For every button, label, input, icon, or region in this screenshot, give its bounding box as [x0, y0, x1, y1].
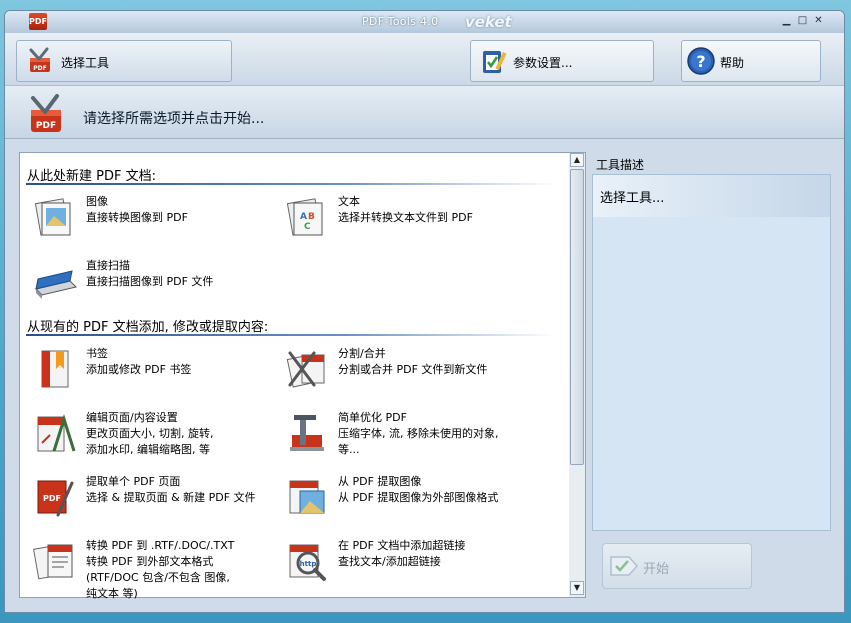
svg-text:C: C [304, 222, 311, 232]
extract-page-icon: PDF [37, 480, 74, 517]
start-label: 开始 [643, 562, 670, 577]
svg-text:B: B [308, 212, 315, 222]
section-divider [26, 334, 556, 336]
item-title: 简单优化 PDF [338, 411, 407, 424]
item-title: 文本 [338, 195, 360, 208]
close-icon[interactable]: ✕ [811, 15, 826, 28]
item-description: 转换 PDF 到外部文本格式 (RTF/DOC 包含/不包含 图像, 纯文本 等… [86, 554, 230, 602]
help-label: 帮助 [720, 56, 745, 70]
description-label: 工具描述 [596, 158, 645, 172]
item-description: 从 PDF 提取图像为外部图像格式 [338, 490, 498, 506]
main-window: PDF PDF-Tools 4.0 veket ▁ □ ✕ PDF 选择工具 参… [4, 10, 845, 613]
svg-text:?: ? [696, 52, 705, 71]
toolbox-icon: PDF [29, 47, 50, 72]
item-desc-line: 选择 & 提取页面 & 新建 PDF 文件 [86, 491, 256, 504]
scanner-icon [35, 270, 77, 299]
item-title: 转换 PDF 到 .RTF/.DOC/.TXT [86, 539, 235, 552]
svg-text:http: http [300, 560, 317, 568]
item-description: 添加或修改 PDF 书签 [86, 362, 191, 378]
select-tool-button[interactable]: PDF 选择工具 [16, 40, 232, 82]
item-desc-line: 等... [338, 443, 360, 456]
item-title: 从 PDF 提取图像 [338, 475, 422, 488]
pdf-app-icon: PDF [29, 13, 47, 30]
item-desc-line: 添加或修改 PDF 书签 [86, 363, 192, 376]
scroll-down-icon[interactable]: ▼ [570, 581, 584, 595]
scroll-up-icon[interactable]: ▲ [570, 153, 584, 167]
section-title-existing: 从现有的 PDF 文档添加, 修改或提取内容: [27, 320, 269, 335]
minimize-icon[interactable]: ▁ [779, 15, 794, 28]
svg-text:PDF: PDF [36, 121, 56, 131]
item-desc-line: 添加水印, 编辑缩略图, 等 [86, 443, 210, 456]
item-description: 直接转换图像到 PDF [86, 210, 188, 226]
item-title: 编辑页面/内容设置 [86, 411, 178, 424]
scroll-thumb[interactable] [570, 169, 584, 465]
item-desc-line: 从 PDF 提取图像为外部图像格式 [338, 491, 499, 504]
start-button[interactable]: 开始 [602, 543, 752, 589]
window-title: PDF-Tools 4.0 [362, 15, 439, 28]
item-desc-line: 直接转换图像到 PDF [86, 211, 188, 224]
item-title: 直接扫描 [86, 259, 130, 272]
item-description: 选择并转换文本文件到 PDF [338, 210, 473, 226]
item-title: 分割/合并 [338, 347, 386, 360]
description-panel: 选择工具... [592, 174, 831, 531]
toolbox-icon: PDF [31, 94, 61, 132]
item-description: 直接扫描图像到 PDF 文件 [86, 274, 213, 290]
description-header: 选择工具... [593, 175, 830, 217]
item-desc-line: 分割或合并 PDF 文件到新文件 [338, 363, 488, 376]
svg-text:A: A [300, 212, 307, 222]
item-desc-line: 选择并转换文本文件到 PDF [338, 211, 473, 224]
section-divider [26, 183, 556, 185]
header-band: PDF 请选择所需选项并点击开始... [5, 85, 844, 139]
item-description: 更改页面大小, 切割, 旋转, 添加水印, 编辑缩略图, 等 [86, 426, 213, 458]
optimize-clamp-icon [290, 415, 324, 451]
description-text: 选择工具... [600, 191, 665, 206]
item-desc-line: 纯文本 等) [86, 587, 138, 600]
section-title-new: 从此处新建 PDF 文档: [27, 169, 156, 184]
title-bar[interactable]: PDF PDF-Tools 4.0 veket ▁ □ ✕ [5, 11, 844, 34]
svg-text:PDF: PDF [33, 65, 46, 72]
text-document-icon: A B C [286, 198, 323, 236]
settings-label: 参数设置... [513, 56, 573, 70]
split-merge-icon [286, 351, 325, 388]
help-button[interactable]: ? 帮助 [681, 40, 821, 82]
maximize-icon[interactable]: □ [795, 15, 810, 28]
item-title: 图像 [86, 195, 108, 208]
help-question-icon: ? [687, 47, 715, 75]
item-description: 压缩字体, 流, 移除未使用的对象, 等... [338, 426, 498, 458]
item-desc-line: 压缩字体, 流, 移除未使用的对象, [338, 427, 499, 440]
start-arrow-icon [610, 556, 639, 576]
item-description: 分割或合并 PDF 文件到新文件 [338, 362, 487, 378]
brand-label: veket [465, 13, 512, 31]
item-title: 在 PDF 文档中添加超链接 [338, 539, 466, 552]
settings-button[interactable]: 参数设置... [470, 40, 654, 82]
item-title: 提取单个 PDF 页面 [86, 475, 181, 488]
select-tool-label: 选择工具 [61, 56, 110, 70]
item-description: 选择 & 提取页面 & 新建 PDF 文件 [86, 490, 256, 506]
settings-clipboard-icon [483, 51, 507, 73]
hyperlink-icon: http [289, 544, 326, 581]
header-prompt: 请选择所需选项并点击开始... [83, 111, 265, 127]
extract-image-icon [289, 480, 325, 514]
item-title: 书签 [86, 347, 108, 360]
item-desc-line: 直接扫描图像到 PDF 文件 [86, 275, 214, 288]
item-desc-line: 转换 PDF 到外部文本格式 [86, 555, 214, 568]
edit-page-icon [37, 413, 76, 452]
svg-text:PDF: PDF [43, 494, 61, 503]
image-icon [34, 198, 71, 236]
item-desc-line: 更改页面大小, 切割, 旋转, [86, 427, 214, 440]
convert-document-icon [32, 544, 73, 580]
tool-list: 从此处新建 PDF 文档: 图像 直接转换图像到 PDF A B C 文本 选择… [19, 152, 572, 600]
item-desc-line: (RTF/DOC 包含/不包含 图像, [86, 571, 230, 584]
item-description: 查找文本/添加超链接 [338, 554, 441, 570]
list-scrollbar[interactable]: ▲ ▼ [569, 152, 586, 598]
toolbar: PDF 选择工具 参数设置... ? 帮助 [5, 33, 844, 85]
bookmark-icon [41, 350, 69, 388]
item-desc-line: 查找文本/添加超链接 [338, 555, 441, 568]
